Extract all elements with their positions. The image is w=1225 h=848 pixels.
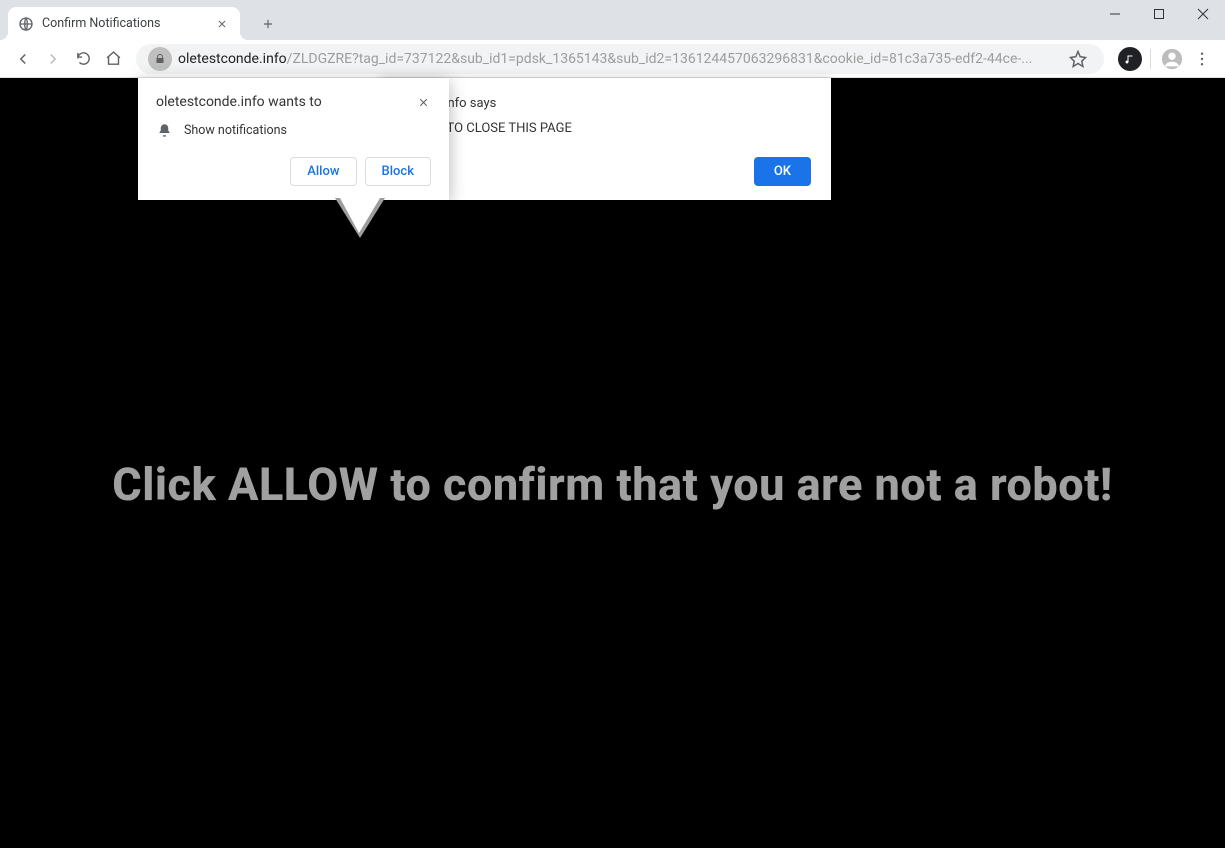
- bell-icon: [156, 122, 172, 138]
- bookmark-star-icon[interactable]: [1064, 45, 1092, 73]
- permission-item-label: Show notifications: [184, 123, 287, 138]
- tab-strip: Confirm Notifications: [8, 7, 282, 40]
- close-icon[interactable]: [415, 94, 431, 110]
- close-icon[interactable]: [214, 16, 230, 32]
- forward-button[interactable]: [38, 44, 68, 74]
- music-note-icon: [1118, 47, 1142, 71]
- lock-icon[interactable]: [148, 47, 172, 71]
- alert-actions: OK: [401, 157, 811, 186]
- omnibox-wrap: oletestconde.info/ZLDGZRE?tag_id=737122&…: [136, 44, 1104, 74]
- window-title-bar: Confirm Notifications: [0, 0, 1225, 40]
- profile-avatar-icon[interactable]: [1157, 44, 1187, 74]
- home-button[interactable]: [98, 44, 128, 74]
- allow-button[interactable]: Allow: [290, 157, 356, 186]
- address-bar[interactable]: oletestconde.info/ZLDGZRE?tag_id=737122&…: [136, 44, 1104, 74]
- globe-icon: [18, 16, 34, 32]
- separator: [1150, 49, 1151, 69]
- maximize-button[interactable]: [1137, 0, 1181, 28]
- url-domain: oletestconde.info: [178, 51, 287, 67]
- url-text: oletestconde.info/ZLDGZRE?tag_id=737122&…: [178, 51, 1060, 67]
- tab-title: Confirm Notifications: [42, 16, 214, 31]
- page-headline: Click ALLOW to confirm that you are not …: [0, 458, 1225, 511]
- toolbar-right: [1112, 44, 1217, 74]
- browser-toolbar: oletestconde.info/ZLDGZRE?tag_id=737122&…: [0, 40, 1225, 78]
- alert-ok-button[interactable]: OK: [754, 157, 811, 186]
- alert-title: tconde.info says: [401, 96, 811, 111]
- reload-button[interactable]: [68, 44, 98, 74]
- alert-message: ALLOW TO CLOSE THIS PAGE: [401, 121, 811, 136]
- browser-tab[interactable]: Confirm Notifications: [8, 7, 240, 40]
- kebab-menu-icon[interactable]: [1187, 44, 1217, 74]
- minimize-button[interactable]: [1093, 0, 1137, 28]
- back-button[interactable]: [8, 44, 38, 74]
- new-tab-button[interactable]: [254, 10, 282, 38]
- block-button[interactable]: Block: [365, 157, 431, 186]
- window-controls: [1093, 0, 1225, 28]
- permission-item: Show notifications: [156, 122, 431, 138]
- permission-actions: Allow Block: [156, 157, 431, 186]
- close-window-button[interactable]: [1181, 0, 1225, 28]
- page-content: tconde.info says ALLOW TO CLOSE THIS PAG…: [0, 78, 1225, 848]
- notification-permission-popup: oletestconde.info wants to Show notifica…: [138, 78, 449, 200]
- permission-title: oletestconde.info wants to: [156, 94, 415, 110]
- extension-button[interactable]: [1116, 45, 1144, 73]
- url-path: /ZLDGZRE?tag_id=737122&sub_id1=pdsk_1365…: [287, 51, 1033, 67]
